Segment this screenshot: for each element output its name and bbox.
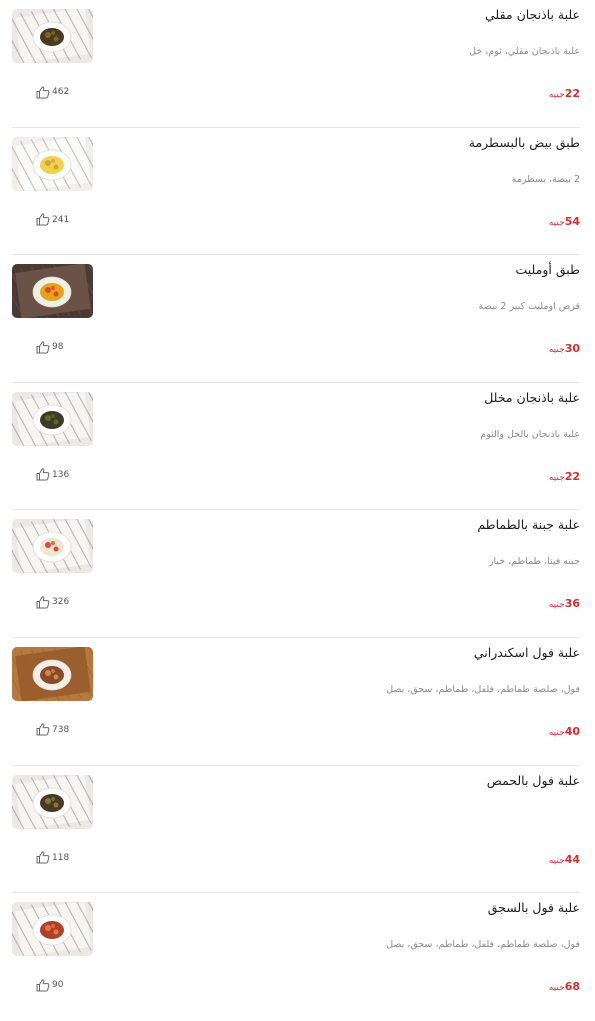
item-price: 22جنيه [549, 85, 580, 102]
menu-item[interactable]: طبق أومليت قرص اومليت كبير 2 بيضة 30جنيه… [0, 255, 595, 383]
likes-count: 90 [52, 980, 64, 991]
menu-item[interactable]: طبق بيض بالبسطرمة 2 بيضة، بسطرمة 54جنيه … [0, 128, 595, 256]
thumbs-up-icon [36, 979, 50, 992]
likes-count: 241 [52, 214, 70, 225]
price-currency: جنيه [548, 345, 565, 356]
likes-count: 98 [52, 342, 64, 353]
price-currency: جنيه [548, 90, 565, 100]
price-value: 44 [564, 852, 580, 866]
menu-item[interactable]: علبة جبنة بالطماطم جبنه فيتا، طماطم، خيا… [0, 510, 595, 638]
likes-count: 326 [52, 597, 70, 608]
price-currency: جنيه [548, 983, 565, 994]
thumbs-up-icon [36, 723, 50, 736]
likes-count: 136 [52, 469, 70, 480]
likes-count: 118 [52, 852, 70, 863]
item-name[interactable]: علبة فول بالحمص [487, 773, 580, 788]
food-photo[interactable] [12, 391, 93, 446]
thumbs-up-icon [36, 213, 50, 226]
item-price: 68جنيه [549, 978, 580, 995]
price-value: 22 [564, 87, 580, 100]
menu-item[interactable]: علبة فول بالسجق فول، صلصة طماطم، فلفل، ط… [0, 893, 595, 1021]
price-value: 22 [564, 469, 580, 483]
menu-item[interactable]: علبة باذنجان مخلل علبة باذنجان بالخل وال… [0, 383, 595, 511]
likes-button[interactable]: 136 [36, 468, 69, 482]
thumbs-up-icon [36, 341, 50, 354]
likes-count: 462 [52, 87, 70, 97]
menu-list: علبة باذنجان مقلي علبة باذنجان مقلي، ثوم… [0, 0, 595, 1021]
price-currency: جنيه [548, 472, 565, 483]
item-description: فول، صلصة طماطم، فلفل، طماطم، سجق، بصل [386, 939, 580, 951]
price-value: 68 [564, 980, 580, 994]
food-photo[interactable] [12, 902, 93, 957]
item-description: جبنه فيتا، طماطم، خيار [488, 556, 580, 568]
item-price: 22جنيه [549, 468, 580, 485]
item-price: 44جنيه [549, 851, 580, 868]
item-name[interactable]: علبة فول بالسجق [488, 900, 580, 915]
item-description: قرص اومليت كبير 2 بيضة [478, 301, 580, 313]
likes-button[interactable]: 118 [36, 851, 69, 865]
thumbs-up-icon [36, 596, 50, 609]
item-name[interactable]: علبة باذنجان مقلي [485, 7, 580, 22]
likes-button[interactable]: 462 [36, 85, 69, 99]
price-value: 40 [564, 724, 580, 738]
item-name[interactable]: طبق بيض بالبسطرمة [469, 135, 580, 150]
item-price: 40جنيه [549, 723, 580, 740]
item-description: فول، صلصة طماطم، فلفل، طماطم، سجق، بصل [386, 683, 580, 695]
likes-button[interactable]: 241 [36, 213, 69, 227]
menu-item[interactable]: علبة فول اسكندراني فول، صلصة طماطم، فلفل… [0, 638, 595, 766]
thumbs-up-icon [36, 851, 50, 864]
item-description: علبة باذنجان بالخل والثوم [480, 428, 580, 440]
food-photo[interactable] [12, 774, 93, 829]
item-description: علبة باذنجان مقلي، ثوم، خل [469, 46, 580, 57]
price-currency: جنيه [548, 217, 565, 228]
likes-button[interactable]: 90 [36, 978, 63, 992]
item-name[interactable]: علبة جبنة بالطماطم [477, 517, 580, 532]
item-name[interactable]: علبة باذنجان مخلل [484, 390, 580, 405]
item-name[interactable]: طبق أومليت [515, 262, 580, 277]
thumbs-up-icon [36, 85, 50, 99]
food-photo[interactable] [12, 264, 93, 319]
likes-button[interactable]: 326 [36, 595, 69, 609]
likes-button[interactable]: 98 [36, 340, 63, 354]
price-value: 54 [564, 214, 580, 228]
price-currency: جنيه [548, 855, 565, 866]
price-currency: جنيه [548, 600, 565, 611]
food-photo[interactable] [12, 136, 93, 191]
thumbs-up-icon [36, 468, 50, 481]
price-currency: جنيه [548, 727, 565, 738]
likes-button[interactable]: 738 [36, 723, 69, 737]
menu-item[interactable]: علبة باذنجان مقلي علبة باذنجان مقلي، ثوم… [0, 0, 595, 128]
item-price: 30جنيه [549, 340, 580, 357]
item-name[interactable]: علبة فول اسكندراني [474, 645, 580, 660]
item-description: 2 بيضة، بسطرمة [511, 173, 580, 185]
price-value: 30 [564, 342, 580, 356]
food-photo[interactable] [12, 9, 93, 63]
price-value: 36 [564, 597, 580, 611]
food-photo[interactable] [12, 519, 93, 574]
item-price: 54جنيه [549, 213, 580, 230]
likes-count: 738 [52, 724, 70, 735]
food-photo[interactable] [12, 646, 93, 701]
menu-item[interactable]: علبة فول بالحمص 44جنيه 118 [0, 766, 595, 894]
item-price: 36جنيه [549, 595, 580, 612]
